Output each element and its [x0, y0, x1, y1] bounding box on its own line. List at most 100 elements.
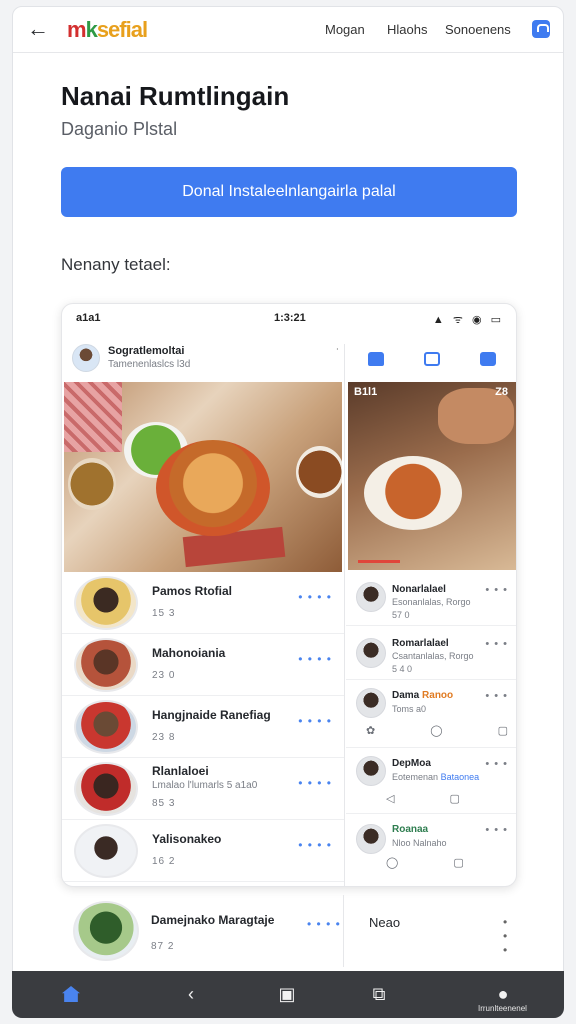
avatar[interactable] [72, 344, 100, 372]
list-item[interactable]: Rlanlaloei Lmalao l'lumarls 5 a1a0 85 3 … [62, 758, 344, 820]
list-item-name: Rlanlaloei [152, 764, 209, 778]
video-close-label[interactable]: Z8 [495, 386, 508, 398]
more-dots-icon[interactable]: • • • • [298, 590, 332, 604]
list-item-meta: 23 0 [152, 670, 176, 681]
list-item[interactable]: Pamos Rtofial 15 3 • • • • [62, 572, 344, 634]
list-item-meta: Nloo Nalnaho [392, 838, 447, 848]
list-item-meta: 87 2 [151, 941, 175, 952]
main-bowl [156, 440, 270, 536]
list-item[interactable]: Yalisonakeo 16 2 • • • • [62, 820, 344, 882]
list-item-name: Hangjnaide Ranefiag [152, 708, 271, 722]
logo-part-2: k [85, 17, 98, 42]
share-icon[interactable]: ⧉ [368, 983, 390, 1005]
list-item[interactable]: Dama Ranoo Toms a0 • • • ✿ ◯ ▢ ◑ [346, 680, 516, 748]
list-item-meta: 15 3 [152, 608, 176, 619]
list-item-name: Mahonoiania [152, 646, 226, 660]
avatar[interactable] [356, 756, 386, 786]
status-time-left: a1a1 [76, 312, 101, 324]
avatar[interactable] [74, 576, 138, 630]
arrow-left-icon[interactable]: ← [25, 16, 51, 42]
more-dots-icon[interactable]: • • • [485, 690, 508, 702]
column-divider [343, 895, 344, 967]
more-dots-icon[interactable]: • • • [503, 915, 517, 957]
list-item-sub: Lmalao l'lumarls 5 a1a0 [152, 780, 258, 791]
list-item-tag: Bataonea [440, 772, 480, 782]
nav-link-1[interactable]: Mogan [325, 22, 365, 37]
avatar[interactable] [356, 824, 386, 854]
pasta-dish [64, 382, 122, 452]
nav-link-3[interactable]: Sonoenens [445, 22, 511, 37]
profile-row[interactable]: Sogratlemoltai Tamenenlaslcs l3d ˙ [72, 342, 342, 376]
list-item-meta: 23 8 [152, 732, 176, 743]
back-chevron-icon[interactable]: ‹ [180, 983, 202, 1005]
profile-icon[interactable]: ● [492, 983, 514, 1005]
more-dots-icon[interactable]: • • • [485, 584, 508, 596]
video-progress-bar [358, 560, 400, 563]
list-item-name: Dama Ranoo [392, 690, 453, 701]
list-item[interactable]: DepMoa Eotemenan Bataonea • • • ◁ ▢ ♡ [346, 748, 516, 814]
bottom-nav-bar: ‹ ▣ ⧉ ● Irrunlteenenel [12, 971, 564, 1018]
action-icons[interactable]: ✿ ◯ ▢ ◑ [366, 724, 516, 737]
home-icon[interactable] [62, 986, 80, 1002]
list-item-meta: Esonanlalas, Rorgo [392, 597, 471, 607]
avatar[interactable] [356, 688, 386, 718]
avatar[interactable] [73, 901, 139, 961]
list-item[interactable]: Romarlalael Csantanlalas, Rorgo 5 4 0 • … [346, 626, 516, 680]
list-item-meta: Csantanlalas, Rorgo [392, 651, 474, 661]
spice-bowl [68, 458, 116, 510]
list-item-name: Pamos Rtofial [152, 584, 233, 598]
status-time-center: 1:3:21 [274, 312, 306, 324]
list-item[interactable]: Roanaa Nloo Nalnaho • • • ◯ ▢ ◑ [346, 814, 516, 876]
profile-label: Irrunlteenenel [478, 1004, 527, 1013]
primary-cta-button[interactable]: Donal Instaleelnlangairla palal [61, 167, 517, 217]
meat-plate [296, 446, 342, 498]
list-item-meta: Toms a0 [392, 704, 427, 714]
avatar[interactable] [74, 824, 138, 878]
list-item-meta: Eotemenan [392, 772, 439, 782]
list-item-tag: Ranoo [422, 690, 454, 701]
phone-preview: a1a1 1:3:21 ▲ ᯤ ◉ ▭ Sogratlemoltai Tamen… [61, 303, 517, 887]
grid-tab-icon[interactable] [480, 352, 496, 366]
list-item-name: Nonarlalael [392, 584, 446, 595]
list-item-name: Yalisonakeo [152, 832, 222, 846]
more-dots-icon[interactable]: • • • [485, 824, 508, 836]
avatar[interactable] [74, 638, 138, 692]
list-item[interactable]: Damejnako Maragtaje 87 2 • • • • Neao • … [61, 895, 517, 967]
more-dots-icon[interactable]: • • • [485, 758, 508, 770]
avatar[interactable] [74, 762, 138, 816]
more-dots-icon[interactable]: • • • [485, 638, 508, 650]
list-item-count: 5 4 0 [392, 664, 413, 674]
avatar[interactable] [356, 638, 386, 668]
page-subtitle: Daganio Plstal [61, 119, 178, 139]
noodle-bowl [364, 456, 462, 530]
avatar[interactable] [74, 700, 138, 754]
more-dots-icon[interactable]: • • • • [307, 917, 341, 931]
food-photo[interactable] [64, 382, 342, 572]
bag-icon[interactable]: ▣ [276, 983, 298, 1005]
video-preview[interactable]: B1l1 Z8 [348, 382, 516, 570]
more-dots-icon[interactable]: • • • • [298, 838, 332, 852]
more-dots-icon[interactable]: • • • • [298, 776, 332, 790]
list-item[interactable]: Hangjnaide Ranefiag 23 8 • • • • [62, 696, 344, 758]
list-item-name: Romarlalael [392, 638, 449, 649]
action-icons[interactable]: ◁ ▢ ♡ [386, 792, 516, 805]
list-item-name: DepMoa [392, 758, 431, 769]
section-label: Nenany tetael: [61, 255, 171, 274]
action-icons[interactable]: ◯ ▢ ◑ [386, 856, 516, 869]
more-dots-icon[interactable]: • • • • [298, 714, 332, 728]
status-icons: ▲ ᯤ ◉ ▭ [432, 314, 504, 326]
list-item[interactable]: Mahonoiania 23 0 • • • • [62, 634, 344, 696]
list-item[interactable]: Nonarlalael Esonanlalas, Rorgo 57 0 • • … [346, 572, 516, 626]
app-logo[interactable]: mksefial [67, 17, 148, 43]
list-item-meta-row: Eotemenan Bataonea [392, 772, 479, 782]
list-item-meta: 85 3 [152, 798, 176, 809]
page-title: Nanai Rumtlingain [61, 81, 290, 111]
more-dots-icon[interactable]: • • • • [298, 652, 332, 666]
home-tab-icon[interactable] [368, 352, 384, 366]
nav-link-2[interactable]: Hlaohs [387, 22, 427, 37]
bookmark-icon[interactable] [532, 20, 550, 38]
bag-tab-icon[interactable] [424, 352, 440, 366]
avatar[interactable] [356, 582, 386, 612]
more-icon[interactable]: ˙ [336, 346, 340, 360]
list-item-name-text: Dama [392, 690, 420, 701]
